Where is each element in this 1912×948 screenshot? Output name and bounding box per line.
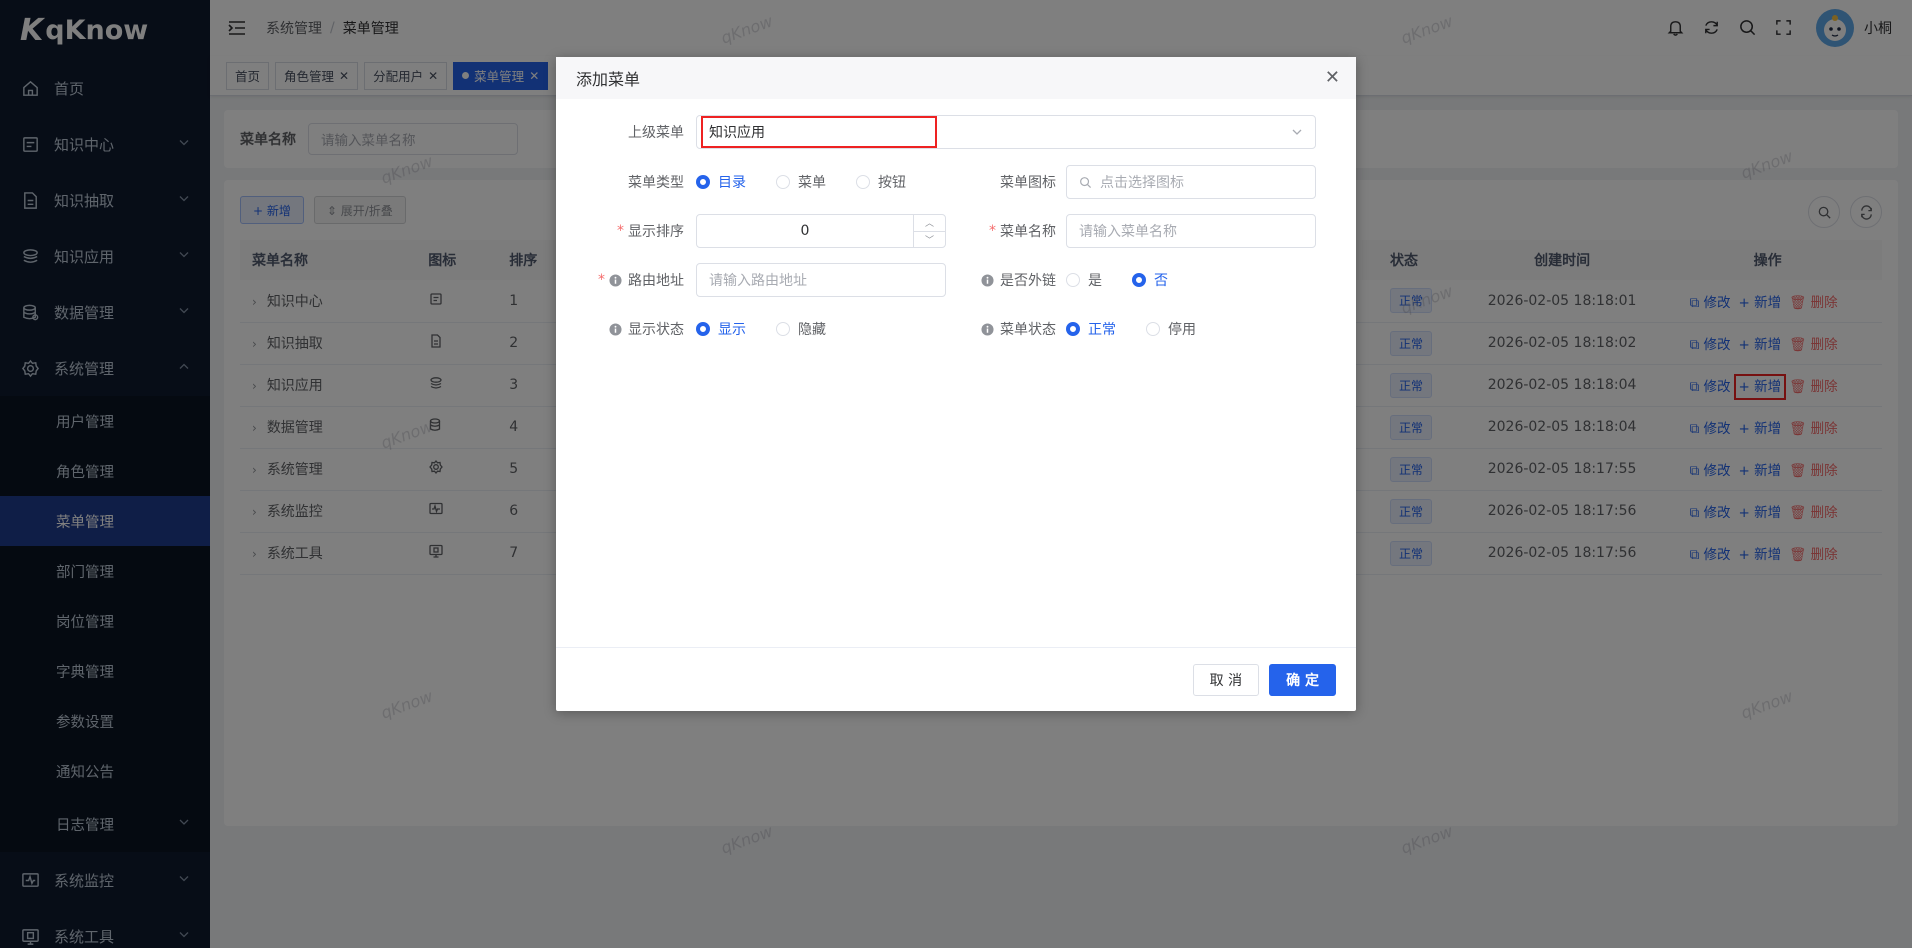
external-link-radio-group: 是 否	[1066, 263, 1168, 297]
highlight-box	[701, 116, 937, 148]
menu-type-label: 菜单类型	[556, 165, 684, 199]
radio-label: 目录	[718, 175, 746, 191]
dialog-footer: 取 消 确 定	[556, 647, 1356, 711]
menu-status-label: 菜单状态	[956, 312, 1056, 346]
cancel-button[interactable]: 取 消	[1192, 663, 1260, 696]
info-icon[interactable]	[981, 273, 994, 287]
info-icon[interactable]	[609, 322, 622, 336]
radio-directory[interactable]: 目录	[696, 172, 746, 192]
radio-visible-hide[interactable]: 隐藏	[776, 319, 826, 339]
radio-button[interactable]: 按钮	[856, 172, 906, 192]
number-stepper: ︿ ﹀	[913, 215, 945, 247]
radio-circle	[1066, 273, 1080, 287]
dialog-body: 上级菜单 知识应用 菜单类型 目录 菜单 按钮 菜单图标 点击选择图标 * 显示排…	[556, 99, 1356, 647]
order-value: 0	[800, 223, 810, 239]
search-icon	[1079, 176, 1092, 189]
radio-circle	[696, 175, 710, 189]
label-text: 菜单名称	[1000, 224, 1056, 240]
radio-label: 否	[1154, 273, 1168, 289]
confirm-button[interactable]: 确 定	[1269, 663, 1336, 696]
info-icon[interactable]	[609, 273, 622, 287]
path-label: * 路由地址	[556, 263, 684, 297]
menu-status-radio-group: 正常 停用	[1066, 312, 1196, 346]
radio-label: 菜单	[798, 175, 826, 191]
visible-label: 显示状态	[556, 312, 684, 346]
info-icon[interactable]	[981, 322, 994, 336]
label-text: 显示状态	[628, 322, 684, 338]
add-menu-dialog: 添加菜单 ✕ 上级菜单 知识应用 菜单类型 目录 菜单 按钮 菜单图标 点击选择…	[556, 57, 1356, 711]
close-icon[interactable]: ✕	[1325, 67, 1340, 88]
required-mark: *	[598, 272, 605, 288]
radio-label: 是	[1088, 273, 1102, 289]
radio-external-yes[interactable]: 是	[1066, 270, 1102, 290]
radio-label: 正常	[1088, 322, 1116, 338]
form-row-type: 菜单类型 目录 菜单 按钮 菜单图标 点击选择图标	[556, 165, 1356, 199]
radio-circle	[856, 175, 870, 189]
label-text: 路由地址	[628, 273, 684, 289]
increase-icon[interactable]: ︿	[914, 215, 945, 232]
radio-label: 显示	[718, 322, 746, 338]
chevron-down-icon	[1291, 126, 1303, 142]
external-link-label: 是否外链	[956, 263, 1056, 297]
label-text: 是否外链	[1000, 273, 1056, 289]
radio-status-normal[interactable]: 正常	[1066, 319, 1116, 339]
radio-circle	[776, 175, 790, 189]
radio-status-disabled[interactable]: 停用	[1146, 319, 1196, 339]
radio-circle	[1146, 322, 1160, 336]
parent-menu-label: 上级菜单	[556, 115, 684, 149]
menu-type-radio-group: 目录 菜单 按钮	[696, 165, 906, 199]
radio-label: 停用	[1168, 322, 1196, 338]
radio-circle	[696, 322, 710, 336]
visible-radio-group: 显示 隐藏	[696, 312, 826, 346]
radio-circle	[1132, 273, 1146, 287]
order-number-input[interactable]: 0 ︿ ﹀	[696, 214, 946, 248]
menu-name-label: * 菜单名称	[956, 214, 1056, 248]
label-text: 上级菜单	[628, 125, 684, 141]
form-row-path: * 路由地址 请输入路由地址 是否外链 是 否	[556, 263, 1356, 297]
dialog-title: 添加菜单	[576, 70, 641, 89]
radio-label: 隐藏	[798, 322, 826, 338]
label-text: 菜单图标	[1000, 175, 1056, 191]
form-row-visible: 显示状态 显示 隐藏 菜单状态 正常 停用	[556, 312, 1356, 346]
form-row-parent: 上级菜单 知识应用	[556, 115, 1356, 149]
radio-external-no[interactable]: 否	[1132, 270, 1168, 290]
order-label: * 显示排序	[556, 214, 684, 248]
route-path-input[interactable]: 请输入路由地址	[696, 263, 946, 297]
label-text: 菜单类型	[628, 175, 684, 191]
placeholder-text: 点击选择图标	[1100, 175, 1184, 191]
required-mark: *	[617, 223, 624, 239]
radio-visible-show[interactable]: 显示	[696, 319, 746, 339]
required-mark: *	[989, 223, 996, 239]
dialog-header: 添加菜单 ✕	[556, 57, 1356, 99]
radio-circle	[1066, 322, 1080, 336]
radio-label: 按钮	[878, 175, 906, 191]
menu-icon-picker[interactable]: 点击选择图标	[1066, 165, 1316, 199]
label-text: 显示排序	[628, 224, 684, 240]
radio-circle	[776, 322, 790, 336]
menu-icon-label: 菜单图标	[956, 165, 1056, 199]
radio-menu[interactable]: 菜单	[776, 172, 826, 192]
menu-name-input[interactable]: 请输入菜单名称	[1066, 214, 1316, 248]
form-row-order: * 显示排序 0 ︿ ﹀ * 菜单名称 请输入菜单名称	[556, 214, 1356, 248]
label-text: 菜单状态	[1000, 322, 1056, 338]
decrease-icon[interactable]: ﹀	[914, 232, 945, 248]
